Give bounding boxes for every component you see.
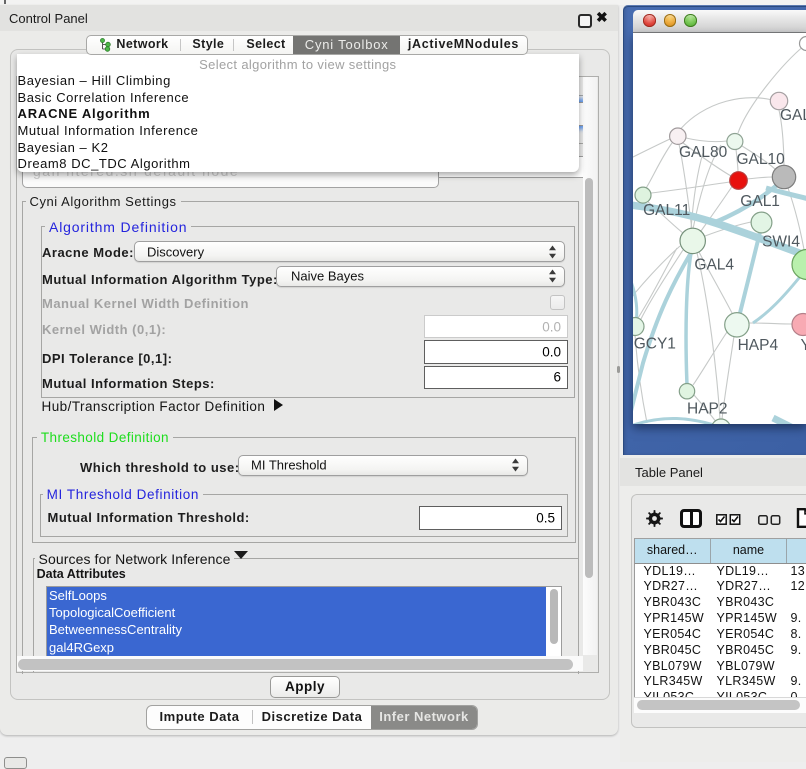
svg-text:GAL2: GAL2 [780,107,806,124]
svg-text:Y: Y [801,337,806,354]
svg-text:GAL10: GAL10 [737,151,786,168]
svg-text:HAP4: HAP4 [738,337,779,354]
svg-text:HAP2: HAP2 [687,400,728,417]
svg-text:GAL1: GAL1 [740,193,780,210]
svg-text:GAL4: GAL4 [694,256,734,273]
svg-text:GAL11: GAL11 [643,202,690,219]
svg-text:GCY1: GCY1 [634,335,676,352]
svg-text:GAL80: GAL80 [679,144,728,161]
svg-text:SWI4: SWI4 [762,233,800,250]
